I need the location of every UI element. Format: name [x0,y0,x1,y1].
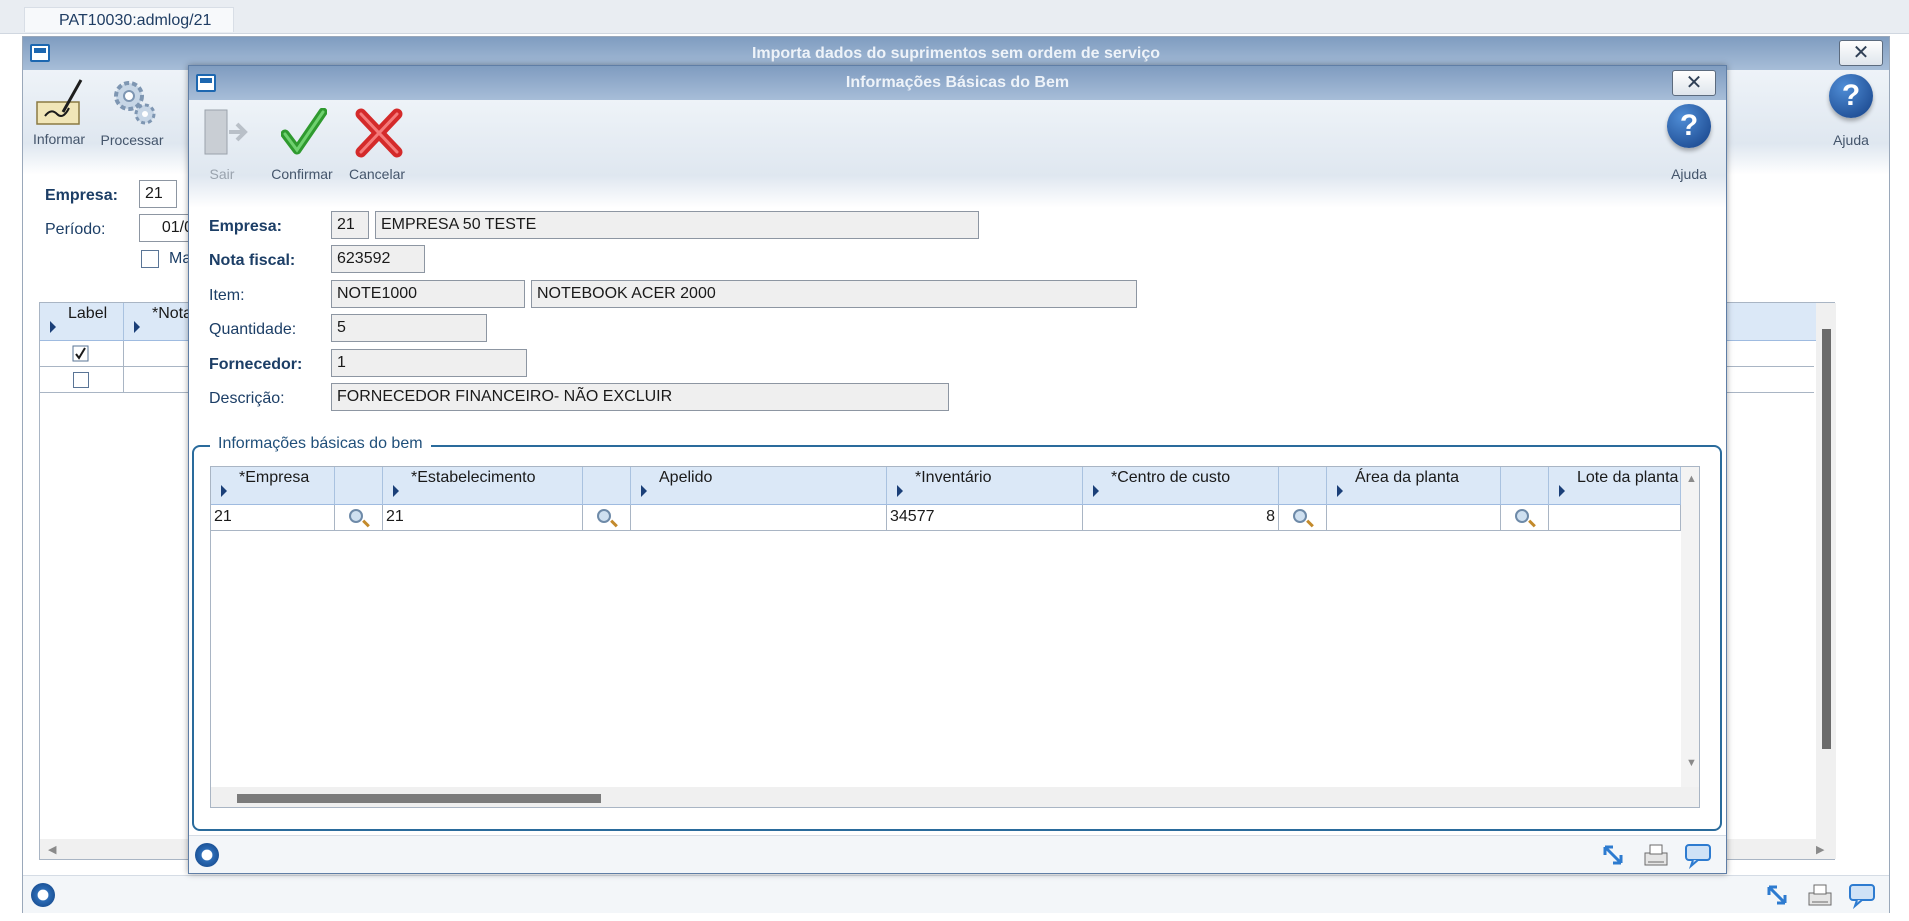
scroll-right-icon[interactable]: ▶ [1816,843,1824,856]
col-header-estab-zoom[interactable] [583,467,631,505]
processar-label: Processar [100,132,164,148]
main-empresa-field[interactable]: 21 [139,180,177,208]
modal-close-button[interactable]: ✕ [1672,70,1716,96]
modal-toolbar: Sair Confirmar Cancelar ? Ajuda [189,100,1726,208]
cell-area-planta[interactable] [1327,505,1501,531]
confirmar-button[interactable]: Confirmar [267,104,337,184]
main-marcar-checkbox[interactable] [141,250,159,268]
scroll-up-icon[interactable]: ▲ [1686,473,1697,485]
col-header-centro-custo[interactable]: *Centro de custo [1083,467,1279,505]
modal-expand-icon[interactable] [1599,841,1629,869]
tab-pat10030[interactable]: PAT10030:admlog/21 [24,7,235,32]
bem-grid: *Empresa *Estabelecimento Apelido *Inven… [210,466,1700,808]
checkbox-unchecked[interactable] [73,372,89,388]
modal-status-logo-icon [195,843,219,867]
zoom-search-icon[interactable] [349,509,363,523]
scroll-left-icon[interactable]: ◀ [48,843,56,856]
item-label: Item: [209,287,245,304]
item-desc-field[interactable]: NOTEBOOK ACER 2000 [531,280,1137,308]
modal-help-icon: ? [1667,104,1711,148]
cell-empresa-zoom[interactable] [335,505,383,531]
col-header-apelido[interactable]: Apelido [631,467,887,505]
zoom-search-icon[interactable] [1293,509,1307,523]
cell-empresa[interactable]: 21 [211,505,335,531]
main-empresa-label: Empresa: [45,187,118,204]
modal-status-bar [189,835,1726,873]
chat-icon[interactable] [1847,881,1877,909]
group-informacoes-basicas: Informações básicas do bem *Empresa *Est… [192,435,1722,831]
col-header-empresa[interactable]: *Empresa [211,467,335,505]
zoom-search-icon[interactable] [1515,509,1529,523]
expand-icon[interactable] [1763,881,1793,909]
modal-print-icon[interactable] [1641,841,1671,869]
main-ajuda-label: Ajuda [1833,132,1869,148]
empresa-label: Empresa: [209,218,282,235]
bem-grid-vertical-scrollbar[interactable]: ▲ ▼ [1681,467,1699,787]
fornecedor-label: Fornecedor: [209,356,303,373]
cell-estab-zoom[interactable] [583,505,631,531]
main-ajuda-button[interactable]: ? Ajuda [1825,74,1877,148]
bem-grid-horizontal-scrollbar[interactable] [211,787,1699,807]
modal-ajuda-label: Ajuda [1671,166,1707,182]
status-logo-icon [31,883,55,907]
modal-ajuda-button[interactable]: ? Ajuda [1663,104,1715,184]
empresa-code-field[interactable]: 21 [331,211,369,239]
main-scroll-thumb[interactable] [1822,329,1831,749]
col-header-lote-planta[interactable]: Lote da planta [1549,467,1681,505]
sair-button[interactable]: Sair [197,104,248,184]
cell-estabelecimento[interactable]: 21 [383,505,583,531]
gears-icon [114,81,156,125]
col-header-cc-zoom[interactable] [1279,467,1327,505]
modal-title-bar: Informações Básicas do Bem ✕ [189,66,1726,100]
main-close-button[interactable]: ✕ [1839,40,1883,66]
col-header-area-zoom[interactable] [1501,467,1549,505]
processar-button[interactable]: Processar [99,74,165,148]
modal-chat-icon[interactable] [1683,841,1713,869]
nota-fiscal-field[interactable]: 623592 [331,245,425,273]
print-icon[interactable] [1805,881,1835,909]
col-header-area-planta[interactable]: Área da planta [1327,467,1501,505]
col-header-empresa-zoom[interactable] [335,467,383,505]
main-status-bar [23,875,1889,913]
zoom-search-icon[interactable] [597,509,611,523]
exit-door-icon [204,109,248,155]
main-grid-header-label[interactable]: Label [40,303,124,341]
informar-button[interactable]: Informar [29,74,89,147]
cell-cc-zoom[interactable] [1279,505,1327,531]
item-code-field[interactable]: NOTE1000 [331,280,525,308]
cancel-x-icon [355,108,403,158]
checkbox-checked-icon[interactable] [72,345,90,363]
modal-window: Informações Básicas do Bem ✕ Sair Confir… [188,65,1727,874]
fornecedor-field[interactable]: 1 [331,349,527,377]
nota-fiscal-label: Nota fiscal: [209,252,296,269]
cell-inventario[interactable]: 34577 [887,505,1083,531]
check-icon [281,108,327,155]
help-icon: ? [1829,74,1873,118]
informar-icon [36,79,83,125]
col-header-inventario[interactable]: *Inventário [887,467,1083,505]
informar-label: Informar [32,131,86,147]
descricao-label: Descrição: [209,390,285,407]
cell-apelido[interactable] [631,505,887,531]
cancelar-button[interactable]: Cancelar [345,104,409,184]
quantidade-label: Quantidade: [209,321,297,338]
cell-area-zoom[interactable] [1501,505,1549,531]
main-vertical-scrollbar[interactable] [1816,303,1836,839]
bem-grid-scroll-thumb[interactable] [237,794,601,803]
group-title: Informações básicas do bem [210,435,431,453]
cell-lote-planta[interactable] [1549,505,1681,531]
modal-title: Informações Básicas do Bem [845,74,1070,91]
descricao-field[interactable]: FORNECEDOR FINANCEIRO- NÃO EXCLUIR [331,383,949,411]
cancelar-label: Cancelar [348,166,406,182]
main-periodo-label: Período: [45,221,106,238]
quantidade-field[interactable]: 5 [331,314,487,342]
tab-bar: PAT10030:admlog/21 [0,0,1909,34]
col-header-estabelecimento[interactable]: *Estabelecimento [383,467,583,505]
sair-label: Sair [209,166,235,182]
cell-centro-custo[interactable]: 8 [1083,505,1279,531]
scroll-down-icon[interactable]: ▼ [1686,757,1697,769]
empresa-name-field[interactable]: EMPRESA 50 TESTE [375,211,979,239]
table-row[interactable]: 21 21 34577 8 [211,505,1681,531]
confirmar-label: Confirmar [271,166,333,182]
